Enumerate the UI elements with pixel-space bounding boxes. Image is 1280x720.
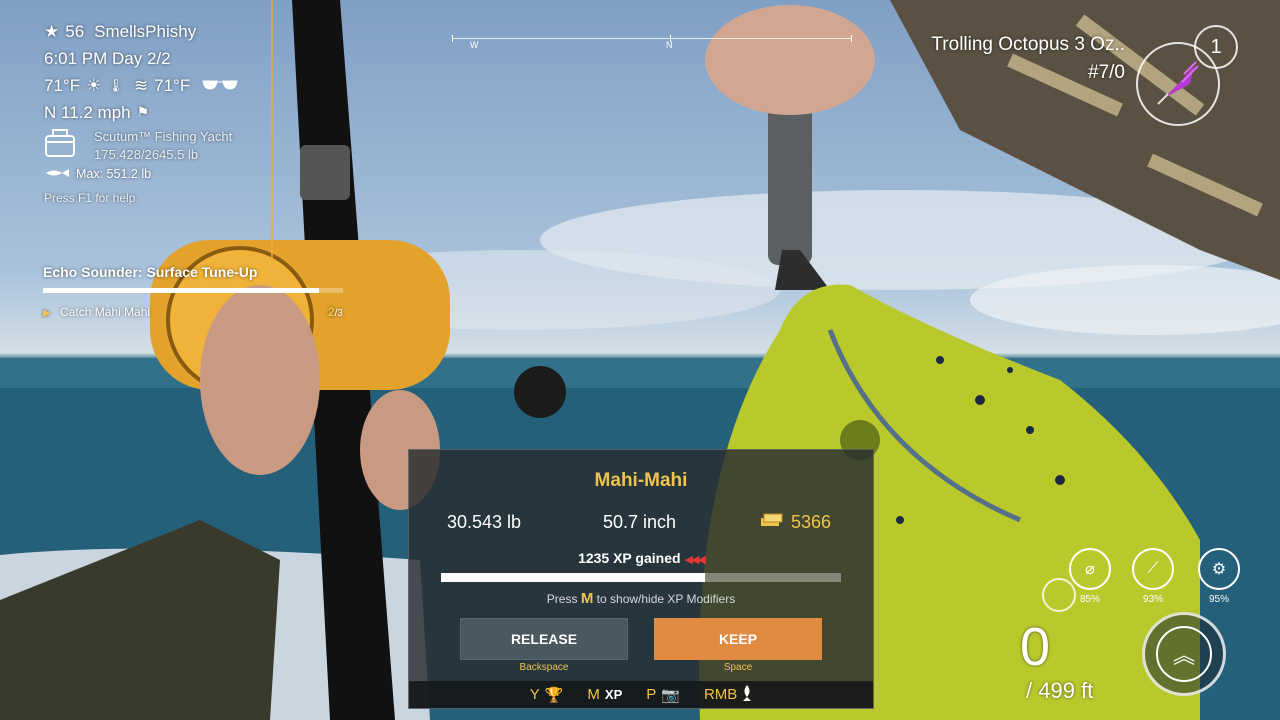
xp-progress-bar bbox=[441, 573, 841, 582]
quest-task-label: Catch Mahi Mahi bbox=[60, 305, 151, 319]
footer-trophy-shortcut[interactable]: Y 🏆 bbox=[530, 686, 564, 704]
reel-gauge-icon: ⚙ bbox=[1198, 548, 1240, 590]
release-key-hint: Backspace bbox=[519, 662, 569, 673]
compass-west: W bbox=[470, 40, 479, 50]
max-weight-row: Max: 551.2 lb bbox=[44, 166, 238, 183]
quest-tracker[interactable]: Echo Sounder: Surface Tune-Up ▶ Catch Ma… bbox=[43, 264, 343, 319]
catch-result-panel: Mahi-Mahi 30.543 lb 50.7 inch 5366 1235 … bbox=[408, 449, 874, 709]
xp-modifiers-hint: Press M to show/hide XP Modifiers bbox=[546, 590, 736, 607]
compass-north: N bbox=[666, 40, 673, 50]
sun-icon: ☀ bbox=[86, 76, 102, 95]
help-hint: Press F1 for help bbox=[44, 191, 136, 205]
money-stack-icon bbox=[759, 512, 783, 533]
quest-progress-bar bbox=[43, 288, 343, 293]
footer-xp-shortcut[interactable]: M XP bbox=[587, 686, 622, 703]
reel-gauge: ⚙ 95% bbox=[1198, 548, 1240, 605]
star-icon: ★ bbox=[44, 22, 60, 41]
quest-progress-fill bbox=[43, 288, 319, 293]
line-gauge-icon: ⌀ bbox=[1069, 548, 1111, 590]
wind-speed: N 11.2 mph bbox=[44, 103, 131, 122]
player-level: 56 bbox=[65, 22, 85, 41]
quest-title: Echo Sounder: Surface Tune-Up bbox=[43, 264, 258, 280]
lure-name: Trolling Octopus 3 Oz.. bbox=[931, 34, 1125, 55]
xp-hint-key: M bbox=[580, 590, 594, 607]
fish-name: Mahi-Mahi bbox=[594, 470, 688, 491]
rod-gauge-icon: ⟋ bbox=[1132, 548, 1174, 590]
quest-arrow-icon: ▶ bbox=[43, 308, 51, 319]
trophy-cup-icon: 🏆 bbox=[544, 686, 564, 704]
cooler-icon bbox=[44, 128, 76, 166]
drag-control-wheel[interactable]: ︽ bbox=[1142, 612, 1226, 696]
release-button[interactable]: RELEASE bbox=[460, 618, 628, 660]
panel-footer: Y 🏆 M XP P 📷 RMB bbox=[409, 681, 873, 708]
line-gauge-pct: 85% bbox=[1079, 594, 1100, 605]
player-row: ★ 56 SmellsPhishy bbox=[44, 18, 238, 45]
xp-progress-fill bbox=[441, 573, 705, 582]
quest-task: ▶ Catch Mahi Mahi 2/3 bbox=[43, 305, 343, 319]
rod-gauge-pct: 93% bbox=[1142, 594, 1163, 605]
wind-row: N 11.2 mph ⚑ bbox=[44, 99, 238, 126]
footer-inspect-shortcut[interactable]: RMB bbox=[704, 684, 752, 706]
fish-price-value: 5366 bbox=[791, 512, 832, 532]
line-depth-current: 0 bbox=[1020, 617, 1051, 677]
reel-gauge-pct: 95% bbox=[1208, 594, 1229, 605]
boat-name: Scutum™ Fishing Yacht bbox=[94, 129, 233, 144]
reel-line-gauge: ⌀ 85% bbox=[1069, 548, 1111, 605]
xp-arrows-icon: ◀◀◀ bbox=[684, 554, 706, 566]
player-name: SmellsPhishy bbox=[94, 22, 197, 41]
temperature-row: 71°F ☀ 🌡 ≋ 71°F bbox=[44, 72, 238, 99]
quest-task-count: 2/3 bbox=[327, 305, 343, 319]
boat-load: 175.428/2645.5 lb bbox=[94, 147, 199, 162]
keep-key-hint: Space bbox=[723, 662, 753, 673]
fish-silhouette-icon bbox=[44, 166, 70, 183]
fish-vertical-icon bbox=[742, 684, 752, 706]
rod-slot-badge[interactable]: 1 bbox=[1194, 25, 1238, 69]
air-temp: 71°F bbox=[44, 76, 81, 95]
keep-button[interactable]: KEEP bbox=[654, 618, 822, 660]
water-waves-icon: ≋ bbox=[133, 76, 149, 95]
chevron-up-icon: ︽ bbox=[1156, 626, 1212, 682]
xp-gained: 1235 XP gained ◀◀◀ bbox=[409, 550, 873, 566]
compass-bar: W N bbox=[452, 35, 852, 50]
wind-flag-icon: ⚑ bbox=[136, 104, 150, 120]
line-depth-max: / 499 ft bbox=[1026, 678, 1094, 703]
fish-weight: 30.543 lb bbox=[447, 512, 522, 532]
camera-icon: 📷 bbox=[661, 686, 680, 704]
max-weight: Max: 551.2 lb bbox=[76, 167, 152, 181]
lure-count: #7/0 bbox=[1088, 62, 1125, 83]
sunglasses-icon bbox=[202, 72, 238, 99]
xp-gained-text: 1235 XP gained bbox=[578, 550, 681, 566]
fish-length: 50.7 inch bbox=[603, 512, 677, 532]
thermometer-icon: 🌡 bbox=[107, 78, 124, 93]
game-time: 6:01 PM Day 2/2 bbox=[44, 49, 171, 68]
water-temp: 71°F bbox=[154, 76, 191, 95]
rod-gauge: ⟋ 93% bbox=[1132, 548, 1174, 605]
fish-price: 5366 bbox=[759, 512, 831, 533]
boat-info: Scutum™ Fishing Yacht 175.428/2645.5 lb bbox=[44, 128, 238, 166]
footer-photo-shortcut[interactable]: P 📷 bbox=[646, 686, 680, 704]
player-status-hud: ★ 56 SmellsPhishy 6:01 PM Day 2/2 71°F ☀… bbox=[44, 18, 238, 212]
